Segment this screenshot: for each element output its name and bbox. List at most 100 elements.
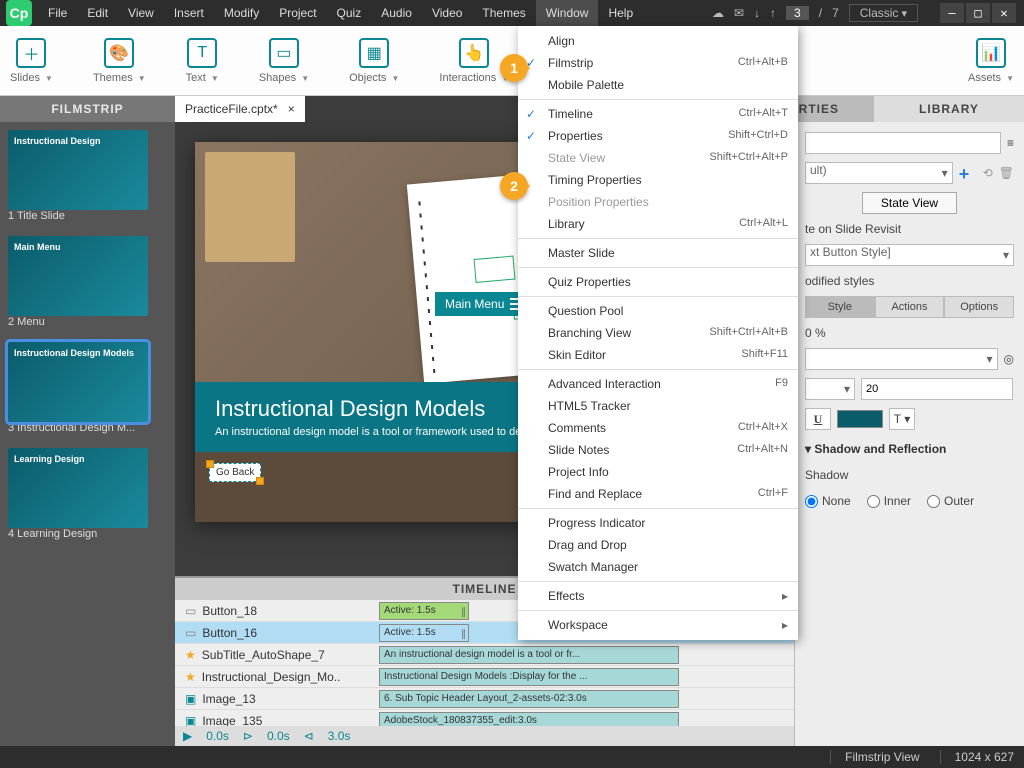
menu-item-library[interactable]: LibraryCtrl+Alt+L	[518, 213, 798, 235]
menu-help[interactable]: Help	[598, 0, 643, 26]
menu-edit[interactable]: Edit	[77, 0, 118, 26]
callout-1: 1	[500, 54, 528, 82]
timeline-row[interactable]: ★SubTitle_AutoShape_7An instructional de…	[175, 644, 794, 666]
menu-item-slide-notes[interactable]: Slide NotesCtrl+Alt+N	[518, 439, 798, 461]
shadow-section-header[interactable]: ▾ Shadow and Reflection	[805, 438, 1014, 460]
end-icon[interactable]: ⊲	[304, 729, 314, 743]
style-select[interactable]: ult)	[805, 162, 953, 184]
menu-insert[interactable]: Insert	[164, 0, 214, 26]
ribbon-shapes[interactable]: ▭Shapes ▼	[259, 38, 309, 84]
menu-icon[interactable]: ≡	[1007, 136, 1014, 150]
menu-item-skin-editor[interactable]: Skin EditorShift+F11	[518, 344, 798, 366]
timeline-row[interactable]: ★Instructional_Design_Mo..Instructional …	[175, 666, 794, 688]
state-view-button[interactable]: State View	[862, 192, 957, 214]
tab-library[interactable]: LIBRARY	[874, 96, 1024, 122]
num-input[interactable]	[861, 378, 1013, 400]
tab-style[interactable]: Style	[805, 296, 875, 318]
timeline-row[interactable]: ▣Image_136. Sub Topic Header Layout_2-as…	[175, 688, 794, 710]
menu-themes[interactable]: Themes	[472, 0, 535, 26]
maximize-button[interactable]: □	[966, 3, 990, 23]
slide-thumb[interactable]: Learning Design	[8, 448, 148, 528]
menu-item-swatch-manager[interactable]: Swatch Manager	[518, 556, 798, 578]
menu-window[interactable]: Window	[536, 0, 599, 26]
cloud-sync-icon[interactable]: ◎	[1004, 352, 1014, 366]
ribbon-objects[interactable]: ▦Objects ▼	[349, 38, 399, 84]
size-select[interactable]	[805, 378, 855, 400]
tab-filmstrip[interactable]: FILMSTRIP	[0, 96, 175, 122]
tab-document[interactable]: PracticeFile.cptx*×	[175, 96, 305, 122]
ribbon-interactions[interactable]: 👆Interactions ▼	[439, 38, 509, 84]
object-name-input[interactable]	[805, 132, 1001, 154]
workspace-selector[interactable]: Classic ▾	[849, 4, 918, 22]
button-style-select[interactable]: xt Button Style]	[805, 244, 1014, 266]
filmstrip-panel: Instructional Design1 Title SlideMain Me…	[0, 122, 175, 746]
close-tab-icon[interactable]: ×	[288, 96, 295, 122]
reset-icon[interactable]: ⟲	[983, 166, 993, 180]
slide-thumb[interactable]: Instructional Design Models	[8, 342, 148, 422]
timeline-row[interactable]: ▣Image_135AdobeStock_180837355_edit:3.0s	[175, 710, 794, 726]
menu-item-drag-and-drop[interactable]: Drag and Drop	[518, 534, 798, 556]
shadow-none[interactable]: None	[805, 494, 851, 508]
menu-modify[interactable]: Modify	[214, 0, 269, 26]
playhead-icon[interactable]: ⊳	[243, 729, 253, 743]
add-style-button[interactable]: +	[959, 164, 977, 182]
slide-thumb[interactable]: Main Menu	[8, 236, 148, 316]
upload-icon[interactable]: ↑	[770, 6, 776, 20]
menu-item-align[interactable]: Align	[518, 30, 798, 52]
menu-item-timeline[interactable]: ✓TimelineCtrl+Alt+T	[518, 103, 798, 125]
tab-actions[interactable]: Actions	[875, 296, 945, 318]
minimize-button[interactable]: —	[940, 3, 964, 23]
ribbon-slides[interactable]: ＋Slides ▼	[10, 38, 53, 84]
menu-item-properties[interactable]: ✓PropertiesShift+Ctrl+D	[518, 125, 798, 147]
color-swatch[interactable]	[837, 410, 883, 428]
menu-item-master-slide[interactable]: Master Slide	[518, 242, 798, 264]
menu-item-filmstrip[interactable]: ✓FilmstripCtrl+Alt+B	[518, 52, 798, 74]
menu-item-comments[interactable]: CommentsCtrl+Alt+X	[518, 417, 798, 439]
menu-item-project-info[interactable]: Project Info	[518, 461, 798, 483]
style-select-2[interactable]	[805, 348, 998, 370]
menu-item-workspace[interactable]: Workspace▸	[518, 614, 798, 636]
modified-styles-label: odified styles	[805, 274, 1014, 288]
menu-item-find-and-replace[interactable]: Find and ReplaceCtrl+F	[518, 483, 798, 505]
shadow-inner[interactable]: Inner	[867, 494, 911, 508]
go-back-button[interactable]: Go Back	[209, 463, 261, 482]
menu-item-question-pool[interactable]: Question Pool	[518, 300, 798, 322]
menu-project[interactable]: Project	[269, 0, 326, 26]
slide-thumb[interactable]: Instructional Design	[8, 130, 148, 210]
ribbon-text[interactable]: TText ▼	[186, 38, 219, 84]
menu-item-quiz-properties[interactable]: Quiz Properties	[518, 271, 798, 293]
underline-button[interactable]: U	[805, 408, 831, 430]
ribbon-assets[interactable]: 📊Assets ▼	[968, 38, 1014, 84]
tab-options[interactable]: Options	[944, 296, 1014, 318]
ribbon-themes[interactable]: 🎨Themes ▼	[93, 38, 146, 84]
menu-item-progress-indicator[interactable]: Progress Indicator	[518, 512, 798, 534]
delete-icon[interactable]: 🗑	[999, 166, 1014, 180]
mail-icon[interactable]: ✉	[734, 6, 744, 20]
page-total: 7	[832, 6, 839, 20]
app-logo: Cp	[6, 0, 32, 26]
play-icon[interactable]: ▶	[183, 729, 192, 743]
menu-item-html5-tracker[interactable]: HTML5 Tracker	[518, 395, 798, 417]
workarea: Instructional Design1 Title SlideMain Me…	[0, 122, 1024, 746]
menu-item-branching-view[interactable]: Branching ViewShift+Ctrl+Alt+B	[518, 322, 798, 344]
menu-file[interactable]: File	[38, 0, 77, 26]
download-icon[interactable]: ↓	[754, 6, 760, 20]
cloud-icon[interactable]: ☁	[712, 6, 724, 20]
status-dims: 1024 x 627	[940, 750, 1014, 764]
timeline-footer: ▶ 0.0s ⊳ 0.0s ⊲ 3.0s	[175, 726, 794, 746]
status-view: Filmstrip View	[830, 750, 919, 764]
menu-item-mobile-palette[interactable]: Mobile Palette	[518, 74, 798, 96]
page-current[interactable]: 3	[786, 6, 809, 20]
shadow-outer[interactable]: Outer	[927, 494, 974, 508]
thumb-label: 3 Instructional Design M...	[8, 422, 167, 434]
menu-video[interactable]: Video	[422, 0, 472, 26]
menu-item-effects[interactable]: Effects▸	[518, 585, 798, 607]
menu-quiz[interactable]: Quiz	[327, 0, 372, 26]
page-sep: /	[819, 6, 822, 20]
text-format-button[interactable]: T ▾	[889, 408, 915, 430]
menu-view[interactable]: View	[118, 0, 164, 26]
menu-audio[interactable]: Audio	[371, 0, 422, 26]
close-button[interactable]: ✕	[992, 3, 1016, 23]
menu-item-timing-properties[interactable]: Timing Properties	[518, 169, 798, 191]
menu-item-advanced-interaction[interactable]: Advanced InteractionF9	[518, 373, 798, 395]
